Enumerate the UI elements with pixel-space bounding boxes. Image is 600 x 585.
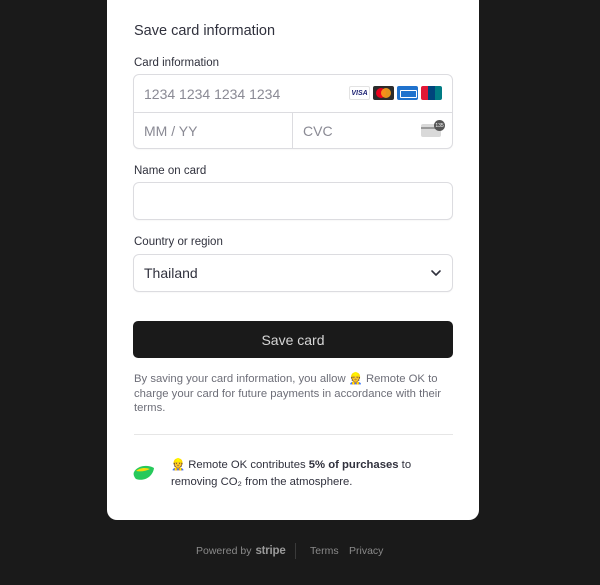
amex-icon [397, 86, 418, 100]
country-label: Country or region [134, 236, 223, 248]
card-number-input[interactable]: 1234 1234 1234 1234 [144, 75, 354, 112]
divider [292, 112, 293, 149]
privacy-link[interactable]: Privacy [349, 545, 383, 557]
card-brands: VISA [349, 86, 442, 100]
name-on-card-input[interactable] [133, 182, 453, 220]
powered-by-stripe[interactable]: Powered by stripe [196, 545, 286, 557]
name-on-card-label: Name on card [134, 165, 207, 177]
footer: Powered by stripe Terms Privacy [0, 543, 600, 559]
card-information-label: Card information [134, 57, 220, 69]
mastercard-icon [373, 86, 394, 100]
country-value: Thailand [144, 265, 198, 281]
page-title: Save card information [134, 23, 276, 39]
chevron-down-icon [431, 270, 441, 276]
divider [134, 434, 453, 435]
country-select[interactable]: Thailand [133, 254, 453, 292]
stripe-logo: stripe [255, 545, 286, 557]
card-information-group: 1234 1234 1234 1234 VISA MM / YY CVC 135 [133, 74, 453, 149]
cvc-card-icon: 135 [421, 120, 445, 137]
expiry-input[interactable]: MM / YY [144, 113, 197, 149]
save-card-button[interactable]: Save card [133, 321, 453, 358]
climate-leaf-icon [133, 465, 154, 480]
consent-text: By saving your card information, you all… [134, 373, 442, 414]
cvc-input[interactable]: CVC [303, 113, 333, 149]
terms-link[interactable]: Terms [310, 545, 339, 557]
unionpay-icon [421, 86, 442, 100]
climate-contribution-text: 👷 Remote OK contributes 5% of purchases … [171, 459, 412, 488]
visa-icon: VISA [349, 86, 370, 100]
footer-divider [295, 543, 296, 559]
